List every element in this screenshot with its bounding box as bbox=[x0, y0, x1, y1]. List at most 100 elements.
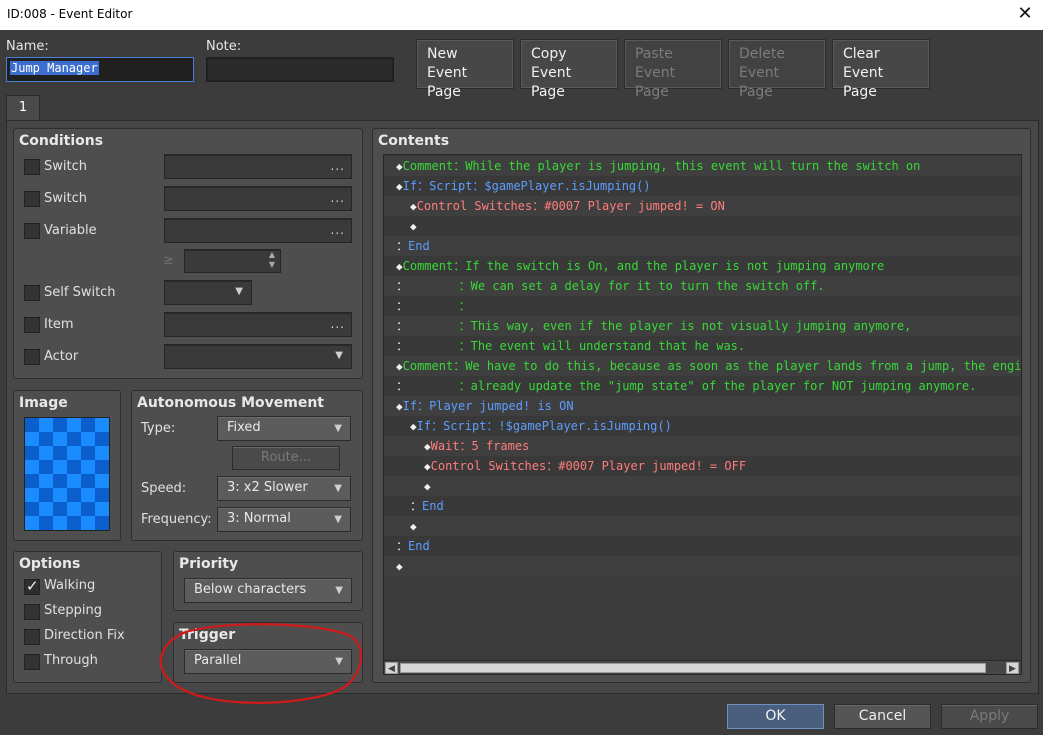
command-row[interactable]: ◆Control Switches：#0007 Player jumped! =… bbox=[384, 196, 1021, 216]
command-row[interactable]: ：End bbox=[384, 236, 1021, 256]
frequency-select[interactable]: 3: Normal ▼ bbox=[217, 507, 351, 532]
close-icon[interactable]: ✕ bbox=[1013, 3, 1037, 25]
item-field[interactable]: ... bbox=[164, 312, 352, 337]
chevron-down-icon: ▼ bbox=[235, 286, 243, 297]
switch2-checkbox[interactable] bbox=[24, 191, 40, 207]
spinner-arrows-icon[interactable]: ▲ ▼ bbox=[269, 250, 275, 270]
command-continuation: ： bbox=[396, 239, 409, 253]
priority-select[interactable]: Below characters ▼ bbox=[184, 578, 352, 603]
annotation-circle bbox=[159, 623, 363, 704]
command-row[interactable]: ◆Wait：5 frames bbox=[384, 436, 1021, 456]
command-continuation: ： bbox=[396, 279, 409, 293]
command-diamond-icon: ◆ bbox=[396, 160, 403, 173]
command-row[interactable]: ◆Comment：If the switch is On, and the pl… bbox=[384, 256, 1021, 276]
route-button[interactable]: Route... bbox=[232, 446, 340, 470]
copy-event-page-button[interactable]: Copy Event Page bbox=[520, 39, 618, 100]
speed-label: Speed: bbox=[141, 481, 187, 496]
command-row[interactable]: ◆ bbox=[384, 216, 1021, 236]
walking-checkbox[interactable] bbox=[24, 577, 40, 595]
ok-button[interactable]: OK bbox=[727, 704, 824, 729]
variable-value-spinner[interactable]: ▲ ▼ bbox=[184, 249, 281, 273]
note-label: Note: bbox=[206, 39, 242, 54]
command-row[interactable]: ：End bbox=[384, 496, 1021, 516]
stepping-checkbox[interactable] bbox=[24, 604, 40, 620]
actor-label: Actor bbox=[44, 349, 79, 364]
command-text: Comment：We have to do this, because as s… bbox=[402, 359, 1022, 373]
command-text: ：already update the "jump state" of the … bbox=[408, 379, 977, 393]
command-row[interactable]: ： ：We can set a delay for it to turn the… bbox=[384, 276, 1021, 296]
command-row[interactable]: ： ：The event will understand that he was… bbox=[384, 336, 1021, 356]
through-checkbox[interactable] bbox=[24, 654, 40, 670]
button-label-line2: Event Page bbox=[843, 65, 884, 100]
command-row[interactable]: ◆Comment：While the player is jumping, th… bbox=[384, 156, 1021, 176]
speed-select[interactable]: 3: x2 Slower ▼ bbox=[217, 476, 351, 501]
command-row[interactable]: ： ：This way, even if the player is not v… bbox=[384, 316, 1021, 336]
new-event-page-button[interactable]: New Event Page bbox=[416, 39, 514, 100]
switch2-field[interactable]: ... bbox=[164, 186, 352, 211]
actor-select[interactable]: ▼ bbox=[164, 344, 352, 369]
button-label-line2: Event Page bbox=[635, 65, 676, 100]
scrollbar-thumb[interactable] bbox=[400, 663, 986, 673]
type-select[interactable]: Fixed ▼ bbox=[217, 416, 351, 441]
command-row[interactable]: ◆ bbox=[384, 556, 1021, 576]
variable-checkbox[interactable] bbox=[24, 223, 40, 239]
walking-label: Walking bbox=[44, 578, 96, 593]
gte-symbol: ≥ bbox=[163, 253, 174, 268]
button-label-line1: Clear bbox=[843, 46, 880, 62]
switch1-label: Switch bbox=[44, 159, 87, 174]
switch1-field[interactable]: ... bbox=[164, 154, 352, 179]
command-row[interactable]: ◆ bbox=[384, 516, 1021, 536]
delete-event-page-button[interactable]: Delete Event Page bbox=[728, 39, 826, 100]
command-row[interactable]: ： ：already update the "jump state" of th… bbox=[384, 376, 1021, 396]
command-text: If：Player jumped! is ON bbox=[402, 399, 574, 413]
command-row[interactable]: ◆If：Script：$gamePlayer.isJumping() bbox=[384, 176, 1021, 196]
command-diamond-icon: ◆ bbox=[424, 480, 431, 493]
clear-event-page-button[interactable]: Clear Event Page bbox=[832, 39, 930, 100]
paste-event-page-button[interactable]: Paste Event Page bbox=[624, 39, 722, 100]
self-switch-label: Self Switch bbox=[44, 285, 116, 300]
variable-label: Variable bbox=[44, 223, 97, 238]
command-row[interactable]: ：End bbox=[384, 536, 1021, 556]
command-row[interactable]: ： ： bbox=[384, 296, 1021, 316]
horizontal-scrollbar[interactable]: ◀ ▶ bbox=[384, 660, 1021, 674]
command-diamond-icon: ◆ bbox=[410, 220, 417, 233]
command-text: End bbox=[408, 539, 430, 553]
tab-page-1[interactable]: 1 bbox=[6, 95, 40, 121]
command-diamond-icon: ◆ bbox=[410, 200, 417, 213]
command-row[interactable]: ◆If：Player jumped! is ON bbox=[384, 396, 1021, 416]
scroll-right-icon[interactable]: ▶ bbox=[1006, 662, 1019, 674]
direction-fix-label: Direction Fix bbox=[44, 628, 125, 643]
checker-image bbox=[25, 418, 109, 530]
cancel-button[interactable]: Cancel bbox=[834, 704, 931, 729]
command-continuation: ： bbox=[410, 499, 423, 513]
direction-fix-checkbox[interactable] bbox=[24, 629, 40, 645]
event-image-preview[interactable] bbox=[24, 417, 110, 531]
self-switch-checkbox[interactable] bbox=[24, 285, 40, 301]
name-input[interactable]: Jump Manager bbox=[6, 57, 194, 82]
name-label: Name: bbox=[6, 39, 49, 54]
command-row[interactable]: ◆If：Script：!$gamePlayer.isJumping() bbox=[384, 416, 1021, 436]
command-text: End bbox=[408, 239, 430, 253]
switch1-checkbox[interactable] bbox=[24, 159, 40, 175]
stepping-label: Stepping bbox=[44, 603, 102, 618]
chevron-down-icon: ▼ bbox=[335, 585, 343, 596]
command-list[interactable]: ◆Comment：While the player is jumping, th… bbox=[383, 154, 1022, 675]
apply-button[interactable]: Apply bbox=[941, 704, 1038, 729]
command-diamond-icon: ◆ bbox=[410, 420, 417, 433]
command-text: End bbox=[422, 499, 444, 513]
command-row[interactable]: ◆Comment：We have to do this, because as … bbox=[384, 356, 1022, 376]
scroll-left-icon[interactable]: ◀ bbox=[385, 662, 398, 674]
variable-field[interactable]: ... bbox=[164, 218, 352, 243]
item-checkbox[interactable] bbox=[24, 317, 40, 333]
options-title: Options bbox=[19, 556, 81, 572]
command-text: Comment：If the switch is On, and the pla… bbox=[402, 259, 885, 273]
command-text: Wait：5 frames bbox=[430, 439, 530, 453]
image-title: Image bbox=[19, 395, 68, 411]
command-row[interactable]: ◆ bbox=[384, 476, 1021, 496]
command-row[interactable]: ◆Control Switches：#0007 Player jumped! =… bbox=[384, 456, 1021, 476]
self-switch-select[interactable]: ▼ bbox=[164, 280, 252, 305]
chevron-down-icon: ▼ bbox=[334, 483, 342, 494]
note-input[interactable] bbox=[206, 57, 394, 82]
contents-title: Contents bbox=[378, 133, 450, 149]
actor-checkbox[interactable] bbox=[24, 349, 40, 365]
